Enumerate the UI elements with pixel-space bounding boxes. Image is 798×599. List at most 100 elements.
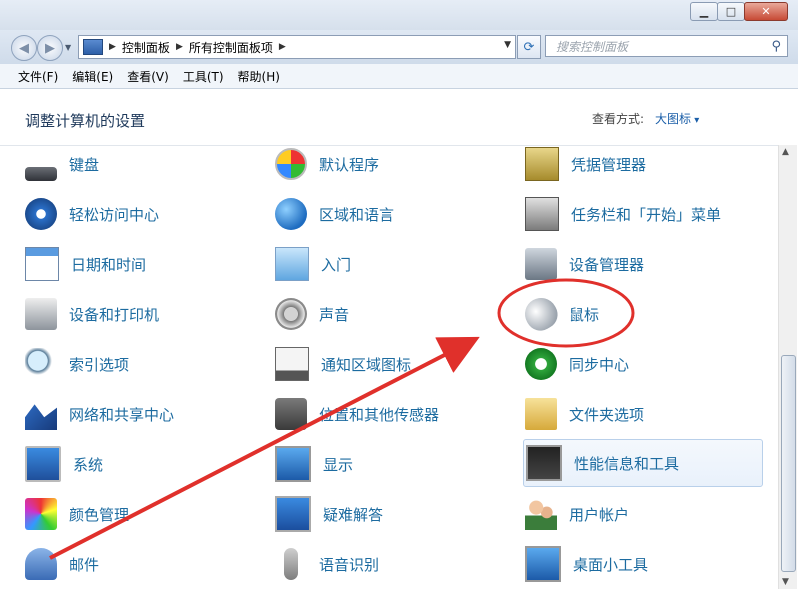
item-label: 入门 xyxy=(321,255,352,274)
item-default-programs[interactable]: 默认程序 xyxy=(275,144,379,184)
item-credential-manager[interactable]: 凭据管理器 xyxy=(525,144,646,184)
navigation-bar: ◀ ▶ ▼ ▶ 控制面板 ▶ 所有控制面板项 ▶ ▼ ⟳ 搜索控制面板 ⚲ xyxy=(0,30,798,64)
item-label: 声音 xyxy=(319,305,350,324)
item-network-sharing[interactable]: 网络和共享中心 xyxy=(25,394,174,434)
minimize-button[interactable]: ▁ xyxy=(690,2,718,21)
item-region-language[interactable]: 区域和语言 xyxy=(275,194,394,234)
arrow-left-icon: ◀ xyxy=(19,40,29,56)
computer-icon xyxy=(25,446,61,482)
recent-pages-dropdown[interactable]: ▼ xyxy=(65,43,71,52)
item-label: 显示 xyxy=(323,455,354,474)
item-system[interactable]: 系统 xyxy=(25,444,103,484)
item-user-accounts[interactable]: 用户帐户 xyxy=(525,494,629,534)
address-dropdown-icon[interactable]: ▼ xyxy=(504,40,511,50)
close-button[interactable]: ✕ xyxy=(744,2,788,21)
item-label: 文件夹选项 xyxy=(569,405,645,424)
address-bar[interactable]: ▶ 控制面板 ▶ 所有控制面板项 ▶ ▼ xyxy=(78,35,516,59)
divider xyxy=(0,145,778,146)
menu-tools[interactable]: 工具(T) xyxy=(176,68,231,85)
menu-file[interactable]: 文件(F) xyxy=(11,68,65,85)
item-label: 性能信息和工具 xyxy=(574,454,680,473)
item-speech-recognition[interactable]: 语音识别 xyxy=(275,544,379,584)
chevron-right-icon[interactable]: ▶ xyxy=(176,42,183,52)
item-label: 索引选项 xyxy=(69,355,130,374)
control-panel-icon xyxy=(83,39,103,55)
item-label: 区域和语言 xyxy=(319,205,395,224)
item-mail[interactable]: 邮件 xyxy=(25,544,99,584)
breadcrumb-control-panel[interactable]: 控制面板 xyxy=(122,39,170,56)
device-manager-icon xyxy=(525,248,557,280)
item-sound[interactable]: 声音 xyxy=(275,294,349,334)
item-label: 颜色管理 xyxy=(69,505,130,524)
item-performance-tools[interactable]: 性能信息和工具 xyxy=(523,439,763,487)
item-label: 通知区域图标 xyxy=(321,355,412,374)
users-icon xyxy=(525,498,557,530)
notification-area-icon xyxy=(275,347,309,381)
vault-icon xyxy=(525,147,559,181)
speaker-icon xyxy=(275,298,307,330)
chevron-right-icon[interactable]: ▶ xyxy=(279,42,286,52)
troubleshooting-icon xyxy=(275,496,311,532)
menu-bar: 文件(F) 编辑(E) 查看(V) 工具(T) 帮助(H) xyxy=(0,64,798,89)
item-date-time[interactable]: 日期和时间 xyxy=(25,244,146,284)
forward-button[interactable]: ▶ xyxy=(37,35,63,61)
search-icon[interactable]: ⚲ xyxy=(771,39,781,54)
item-label: 默认程序 xyxy=(319,155,380,174)
scroll-down-icon[interactable]: ▼ xyxy=(782,577,789,587)
arrow-right-icon: ▶ xyxy=(45,40,55,56)
item-getting-started[interactable]: 入门 xyxy=(275,244,351,284)
item-color-management[interactable]: 颜色管理 xyxy=(25,494,129,534)
item-sync-center[interactable]: 同步中心 xyxy=(525,344,629,384)
item-label: 任务栏和「开始」菜单 xyxy=(571,205,722,224)
item-label: 日期和时间 xyxy=(71,255,147,274)
scroll-up-icon[interactable]: ▲ xyxy=(782,147,789,157)
item-display[interactable]: 显示 xyxy=(275,444,353,484)
item-label: 同步中心 xyxy=(569,355,630,374)
item-desktop-gadgets[interactable]: 桌面小工具 xyxy=(525,544,648,584)
sensor-icon xyxy=(275,398,307,430)
view-by-dropdown[interactable]: 大图标 xyxy=(655,110,699,127)
view-by-label: 查看方式: xyxy=(592,112,645,126)
scrollbar-thumb[interactable] xyxy=(781,355,796,572)
item-devices-printers[interactable]: 设备和打印机 xyxy=(25,294,159,334)
network-icon xyxy=(25,404,57,430)
globe-icon xyxy=(275,198,307,230)
item-label: 疑难解答 xyxy=(323,505,384,524)
item-notification-icons[interactable]: 通知区域图标 xyxy=(275,344,411,384)
microphone-icon xyxy=(284,548,298,580)
menu-edit[interactable]: 编辑(E) xyxy=(65,68,120,85)
calendar-icon xyxy=(25,247,59,281)
item-taskbar-start[interactable]: 任务栏和「开始」菜单 xyxy=(525,194,721,234)
menu-view[interactable]: 查看(V) xyxy=(120,68,176,85)
item-mouse[interactable]: 鼠标 xyxy=(519,292,599,336)
item-folder-options[interactable]: 文件夹选项 xyxy=(525,394,644,434)
breadcrumb-all-items[interactable]: 所有控制面板项 xyxy=(189,39,273,56)
refresh-icon: ⟳ xyxy=(523,39,535,55)
item-troubleshooting[interactable]: 疑难解答 xyxy=(275,494,383,534)
getting-started-icon xyxy=(275,247,309,281)
display-icon xyxy=(275,446,311,482)
mouse-icon xyxy=(519,292,563,336)
item-label: 位置和其他传感器 xyxy=(319,405,440,424)
menu-help[interactable]: 帮助(H) xyxy=(231,68,287,85)
performance-icon xyxy=(526,445,562,481)
maximize-button[interactable]: □ xyxy=(717,2,745,21)
content-area: 调整计算机的设置 查看方式: 大图标 键盘 轻松访问中心 日期和时间 设备和打印… xyxy=(0,89,798,599)
item-ease-of-access[interactable]: 轻松访问中心 xyxy=(25,194,159,234)
item-label: 设备和打印机 xyxy=(69,305,160,324)
vertical-scrollbar[interactable]: ▲ ▼ xyxy=(778,145,797,589)
caption-buttons: ▁ □ ✕ xyxy=(690,2,788,21)
item-label: 网络和共享中心 xyxy=(69,405,175,424)
item-device-manager[interactable]: 设备管理器 xyxy=(525,244,644,284)
title-bar: ▁ □ ✕ xyxy=(0,0,798,30)
item-location-sensors[interactable]: 位置和其他传感器 xyxy=(275,394,439,434)
item-keyboard[interactable]: 键盘 xyxy=(25,144,99,184)
search-input[interactable]: 搜索控制面板 ⚲ xyxy=(545,35,788,57)
back-button[interactable]: ◀ xyxy=(11,35,37,61)
item-indexing-options[interactable]: 索引选项 xyxy=(25,344,129,384)
gadgets-icon xyxy=(525,546,561,582)
item-label: 语音识别 xyxy=(319,555,380,574)
item-label: 桌面小工具 xyxy=(573,555,649,574)
chevron-right-icon[interactable]: ▶ xyxy=(109,42,116,52)
refresh-button[interactable]: ⟳ xyxy=(517,35,541,59)
